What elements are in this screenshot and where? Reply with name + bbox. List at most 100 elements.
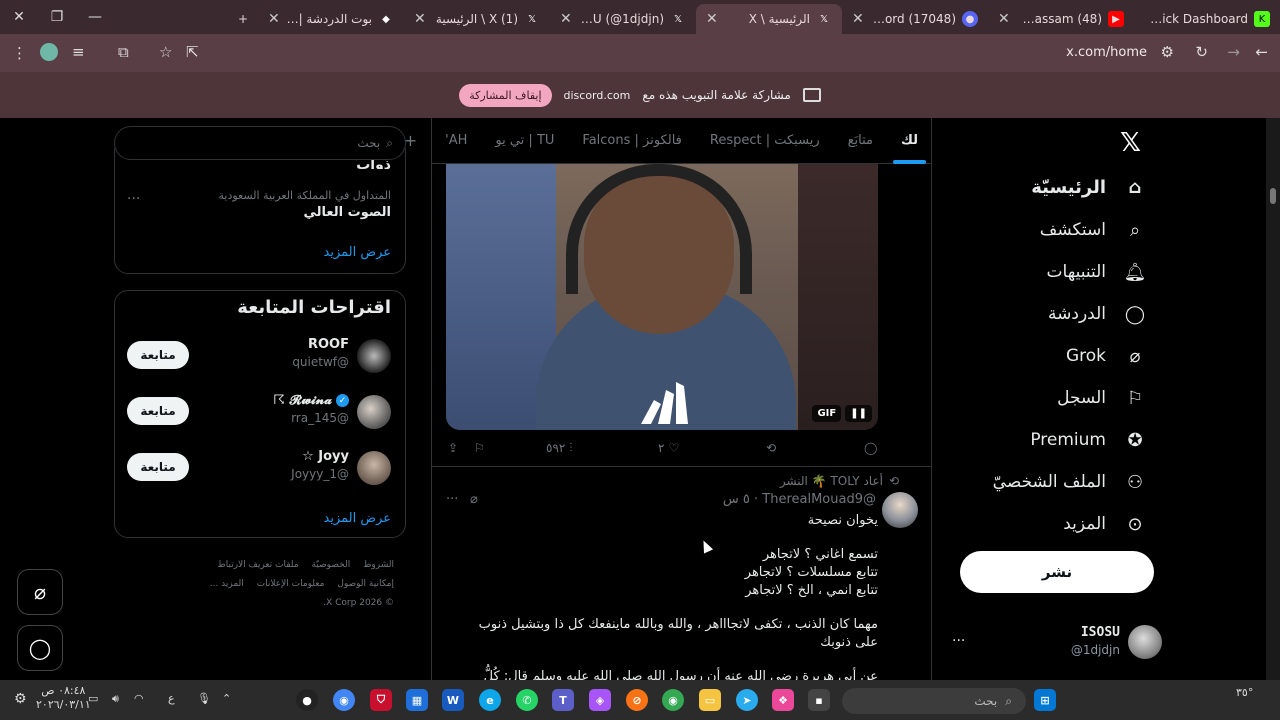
bookmark-icon[interactable]: ⚐ — [474, 441, 485, 455]
nav-item-profile[interactable]: ⚇ الملف الشخصيّ — [993, 471, 1146, 493]
search-input[interactable]: ⌕ بحث — [114, 126, 406, 160]
weather-temp[interactable]: ٣٥° — [1236, 686, 1253, 699]
copilot-icon[interactable]: ◈ — [589, 689, 611, 711]
like-action[interactable]: ٢ ♡ — [658, 441, 679, 455]
post-button[interactable]: نشر — [960, 551, 1154, 593]
tab-respect[interactable]: ريسبكت | Respect — [696, 118, 834, 164]
follow-suggestion[interactable]: Joyy ☆ @1_Joyyy متابعة — [127, 447, 391, 487]
media-control-icon[interactable]: ≡ — [72, 43, 85, 61]
chevron-up-icon[interactable]: ⌃ — [222, 692, 231, 705]
window-minimize-button[interactable]: — — [76, 9, 114, 25]
reposted-by[interactable]: أعاد TOLY 🌴 النشر — [780, 474, 883, 488]
window-restore-button[interactable]: ❐ — [38, 9, 76, 25]
browser-tab[interactable]: ● (17048) Discord ✕ — [842, 4, 988, 34]
views-action[interactable]: ٥٩٢ ⫶ — [546, 441, 572, 456]
grok-float-button[interactable]: ⌀ — [17, 569, 63, 615]
app-icon[interactable]: ⊘ — [626, 689, 648, 711]
whatsapp-icon[interactable]: ✆ — [516, 689, 538, 711]
language-indicator[interactable]: ع — [168, 692, 175, 705]
footer-link[interactable]: معلومات الإعلانات — [257, 579, 325, 589]
app-icon[interactable]: ● — [296, 689, 318, 711]
show-more-link[interactable]: عرض المزيد — [324, 245, 391, 260]
repost-icon[interactable]: ⟲ — [766, 441, 776, 455]
browser-tab[interactable]: ▶ (48) Fairuz - Nassam ✕ — [988, 4, 1134, 34]
window-close-button[interactable]: ✕ — [0, 9, 38, 25]
stop-sharing-button[interactable]: إيقاف المشاركة — [459, 83, 552, 107]
browser-tab[interactable]: ◆ بوت الدردشة | أفضل ✕ — [258, 4, 404, 34]
app-icon[interactable]: ❖ — [772, 689, 794, 711]
tab-for-you[interactable]: لك — [887, 118, 932, 164]
reply-icon[interactable]: ◯ — [864, 441, 877, 455]
close-icon[interactable]: ✕ — [998, 11, 1010, 27]
browser-tab-active[interactable]: 𝕏 الرئيسية \ X ✕ — [696, 4, 842, 34]
nav-item-grok[interactable]: ⌀ Grok — [1066, 345, 1146, 367]
scrollbar[interactable] — [1266, 118, 1280, 680]
close-icon[interactable]: ✕ — [414, 11, 426, 27]
settings-icon[interactable]: ⚙ — [14, 691, 27, 707]
menu-dots-icon[interactable]: ⋮ — [12, 44, 27, 62]
nav-item-notifications[interactable]: 🔔︎ التنبيهات — [1047, 261, 1147, 283]
share-icon[interactable]: ⇪ — [448, 441, 458, 455]
pause-icon[interactable]: ❚❚ — [845, 405, 872, 422]
nav-item-explore[interactable]: ⌕ استكشف — [1040, 219, 1146, 241]
edge-icon[interactable]: e — [479, 689, 501, 711]
x-logo-icon[interactable]: 𝕏 — [1120, 128, 1141, 158]
new-tab-button[interactable]: + — [218, 4, 258, 34]
more-dots-icon[interactable]: ··· — [446, 492, 458, 507]
site-settings-icon[interactable]: ⚙ — [1161, 43, 1174, 61]
share-tab-icon[interactable]: ⇱ — [186, 43, 199, 61]
word-icon[interactable]: W — [442, 689, 464, 711]
footer-link[interactable]: إمكانية الوصول — [337, 579, 394, 589]
footer-link[interactable]: الشروط — [363, 560, 394, 570]
follow-suggestion[interactable]: ✓ 𝓡𝔀𝓲𝓷𝓪 ☈ @rra_145 متابعة — [127, 391, 391, 431]
folder-icon[interactable]: ▭ — [699, 689, 721, 711]
footer-link[interactable]: ملفات تعريف الارتباط — [217, 560, 298, 570]
more-dots-icon[interactable]: ··· — [127, 191, 140, 207]
follow-button[interactable]: متابعة — [127, 341, 189, 369]
tab-falcons[interactable]: فالكونز | Falcons — [568, 118, 695, 164]
close-icon[interactable]: ✕ — [268, 11, 280, 27]
footer-link[interactable]: المزيد ... — [210, 579, 244, 589]
browser-tab[interactable]: 𝕏 X \ ISOSU (@1djdjn) ✕ — [550, 4, 696, 34]
teams-icon[interactable]: T — [552, 689, 574, 711]
tab-following[interactable]: متابَع — [834, 118, 887, 164]
close-icon[interactable]: ✕ — [852, 11, 864, 27]
messages-float-button[interactable]: ◯ — [17, 625, 63, 671]
clock[interactable]: ٠٨:٤٨ ص ٢٠٢٦/٠٣/١١ — [36, 684, 91, 712]
shield-app-icon[interactable]: ⛉ — [370, 689, 392, 711]
browser-tab[interactable]: 𝕏 (1) X \ الرئيسية ✕ — [404, 4, 550, 34]
nav-item-more[interactable]: ⊙ المزيد — [1063, 513, 1146, 535]
nav-item-bookmarks[interactable]: ⚐ السجل — [1057, 387, 1146, 409]
scrollbar-thumb[interactable] — [1270, 188, 1276, 204]
bookmark-star-icon[interactable]: ☆ — [159, 43, 172, 61]
follow-button[interactable]: متابعة — [127, 453, 189, 481]
url-field[interactable]: x.com/home — [1066, 45, 1147, 60]
close-icon[interactable]: ✕ — [706, 11, 718, 27]
taskbar-search[interactable]: ⌕ بحث — [842, 688, 1026, 714]
nav-item-home[interactable]: ⌂ الرئيسيّة — [1031, 176, 1146, 198]
wifi-icon[interactable]: ◠ — [134, 692, 144, 705]
app-icon[interactable]: ▪ — [808, 689, 830, 711]
tab-ah[interactable]: AH' — [431, 118, 481, 164]
forward-icon[interactable]: → — [1227, 43, 1240, 61]
reload-icon[interactable]: ↻ — [1195, 43, 1208, 61]
volume-icon[interactable]: 🔊︎ — [112, 692, 119, 706]
show-more-link[interactable]: عرض المزيد — [324, 511, 391, 526]
chrome-icon[interactable]: ◉ — [333, 689, 355, 711]
trend-title[interactable]: الصوت العالي — [304, 205, 391, 220]
windows-start-icon[interactable]: ⊞ — [1034, 689, 1056, 711]
back-icon[interactable]: ← — [1255, 43, 1268, 61]
follow-button[interactable]: متابعة — [127, 397, 189, 425]
chrome-icon[interactable]: ◉ — [662, 689, 684, 711]
nav-item-chat[interactable]: ◯ الدردشة — [1048, 303, 1146, 325]
account-switcher[interactable]: ISOSU @1djdjn ··· — [952, 623, 1162, 663]
grok-icon[interactable]: ⌀ — [470, 492, 478, 507]
tweet-author-handle[interactable]: @TherealMouad9 · ٥ س — [723, 492, 876, 507]
battery-icon[interactable]: ▭ — [88, 692, 98, 705]
footer-link[interactable]: الخصوصيّة — [312, 560, 351, 570]
tab-tu[interactable]: TU | تي يو — [481, 118, 568, 164]
extensions-icon[interactable]: ⧉ — [118, 43, 129, 61]
microphone-icon[interactable]: 🎙︎ — [197, 692, 211, 705]
follow-suggestion[interactable]: ROOF @quietwf متابعة — [127, 335, 391, 375]
browser-tab[interactable]: K Stream - Kick Dashboard — [1134, 4, 1280, 34]
